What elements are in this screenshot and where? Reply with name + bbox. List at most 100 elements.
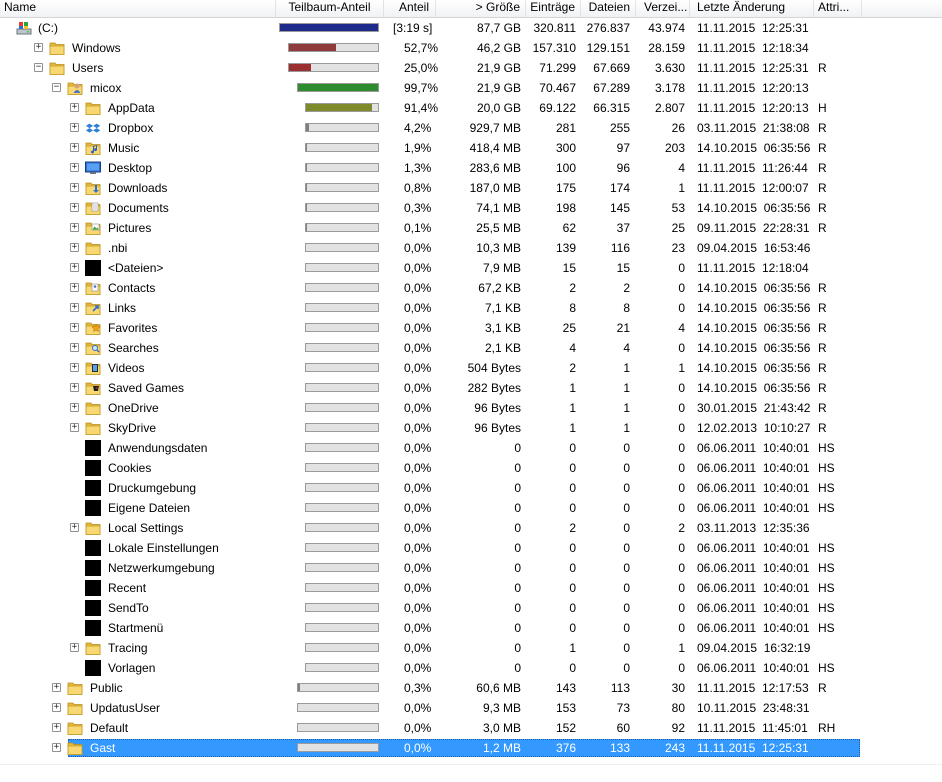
expand-toggle-icon[interactable]: + (70, 163, 79, 172)
row-name[interactable]: Startmenü (108, 618, 163, 638)
row-name[interactable]: Lokale Einstellungen (108, 538, 219, 558)
row-name[interactable]: .nbi (108, 238, 127, 258)
row-name[interactable]: Cookies (108, 458, 151, 478)
row-name[interactable]: Searches (108, 338, 159, 358)
row-name[interactable]: Desktop (108, 158, 152, 178)
tree-row[interactable]: + <Dateien> 0,0% 7,9 MB 15 15 0 11.11.2015 12:1… (0, 258, 942, 278)
expand-toggle-icon[interactable]: + (70, 203, 79, 212)
expand-toggle-icon[interactable]: + (70, 303, 79, 312)
tree-row[interactable]: + Pictures 0,1% 25,5 MB 62 37 25 09.11.2015 22:… (0, 218, 942, 238)
tree-row[interactable]: + Music 1,9% 418,4 MB 300 97 203 14.10.2015 06:… (0, 138, 942, 158)
column-size[interactable]: > Größe (436, 0, 526, 17)
row-name[interactable]: Saved Games (108, 378, 184, 398)
expand-toggle-icon[interactable]: + (70, 263, 79, 272)
tree-row[interactable]: SendTo 0,0% 0 0 0 0 06.06.2011 10:40:01 HS (0, 598, 942, 618)
row-name[interactable]: Recent (108, 578, 146, 598)
tree-row[interactable]: Recent 0,0% 0 0 0 0 06.06.2011 10:40:01 HS (0, 578, 942, 598)
tree-row[interactable]: + Searches 0,0% 2,1 KB 4 4 0 14.10.2015 06:35:5… (0, 338, 942, 358)
row-name[interactable]: Documents (108, 198, 169, 218)
tree-row[interactable]: Anwendungsdaten 0,0% 0 0 0 0 06.06.2011 10:40:… (0, 438, 942, 458)
tree-row[interactable]: Eigene Dateien 0,0% 0 0 0 0 06.06.2011 10:40:0… (0, 498, 942, 518)
row-name[interactable]: Gast (90, 738, 115, 758)
tree-row[interactable]: + Videos 0,0% 504 Bytes 2 1 1 14.10.2015 06:35:… (0, 358, 942, 378)
expand-toggle-icon[interactable]: + (70, 143, 79, 152)
expand-toggle-icon[interactable]: + (70, 223, 79, 232)
column-directories[interactable]: Verzei... (636, 0, 690, 17)
row-name[interactable]: Links (108, 298, 136, 318)
tree-row[interactable]: + Tracing 0,0% 0 1 0 1 09.04.2015 16:32:19 (0, 638, 942, 658)
row-name[interactable]: Favorites (108, 318, 157, 338)
tree-row[interactable]: + OneDrive 0,0% 96 Bytes 1 1 0 30.01.2015 21:43… (0, 398, 942, 418)
tree-row[interactable]: + Downloads 0,8% 187,0 MB 175 174 1 11.11.2015 … (0, 178, 942, 198)
tree-row[interactable]: Lokale Einstellungen 0,0% 0 0 0 0 06.06.2011 1… (0, 538, 942, 558)
tree-row[interactable]: + UpdatusUser 0,0% 9,3 MB 153 73 80 10.11.2015 … (0, 698, 942, 718)
expand-toggle-icon[interactable]: + (70, 243, 79, 252)
row-name[interactable]: Music (108, 138, 139, 158)
row-name[interactable]: UpdatusUser (90, 698, 160, 718)
row-name[interactable]: Pictures (108, 218, 151, 238)
tree-row[interactable]: (C:) [3:19 s] 87,7 GB 320.811 276.837 43.974 1… (0, 18, 942, 38)
expand-toggle-icon[interactable]: + (70, 103, 79, 112)
tree-row[interactable]: + Contacts 0,0% 67,2 KB 2 2 0 14.10.2015 06:35:… (0, 278, 942, 298)
expand-toggle-icon[interactable]: + (34, 43, 43, 52)
row-name[interactable]: Anwendungsdaten (108, 438, 207, 458)
horizontal-scrollbar[interactable] (0, 764, 942, 782)
column-name[interactable]: Name (0, 0, 276, 17)
row-name[interactable]: Dropbox (108, 118, 153, 138)
row-name[interactable]: Users (72, 58, 103, 78)
row-name[interactable]: Tracing (108, 638, 148, 658)
collapse-toggle-icon[interactable]: − (34, 63, 43, 72)
column-entries[interactable]: Einträge (526, 0, 581, 17)
expand-toggle-icon[interactable]: + (70, 363, 79, 372)
tree-row[interactable]: Vorlagen 0,0% 0 0 0 0 06.06.2011 10:40:01 HS (0, 658, 942, 678)
tree-row[interactable]: + Gast 0,0% 1,2 MB 376 133 243 11.11.2015 12:25… (0, 738, 942, 758)
row-name[interactable]: Public (90, 678, 123, 698)
tree-row[interactable]: + SkyDrive 0,0% 96 Bytes 1 1 0 12.02.2013 10:10… (0, 418, 942, 438)
expand-toggle-icon[interactable]: + (70, 383, 79, 392)
tree-row[interactable]: + Public 0,3% 60,6 MB 143 113 30 11.11.2015 12:… (0, 678, 942, 698)
row-name[interactable]: Druckumgebung (108, 478, 196, 498)
tree-row[interactable]: + Default 0,0% 3,0 MB 152 60 92 11.11.2015 11:4… (0, 718, 942, 738)
tree-row[interactable]: − Users 25,0% 21,9 GB 71.299 67.669 3.630 11.11… (0, 58, 942, 78)
expand-toggle-icon[interactable]: + (70, 643, 79, 652)
expand-toggle-icon[interactable]: + (52, 683, 61, 692)
tree-row[interactable]: + AppData 91,4% 20,0 GB 69.122 66.315 2.807 11.… (0, 98, 942, 118)
expand-toggle-icon[interactable]: + (70, 403, 79, 412)
tree-row[interactable]: + Local Settings 0,0% 0 2 0 2 03.11.2013 12:35:… (0, 518, 942, 538)
expand-toggle-icon[interactable]: + (70, 523, 79, 532)
tree-row[interactable]: + Documents 0,3% 74,1 MB 198 145 53 14.10.2015 … (0, 198, 942, 218)
row-name[interactable]: SendTo (108, 598, 149, 618)
column-subtree-share[interactable]: Teilbaum-Anteil (276, 0, 384, 17)
expand-toggle-icon[interactable]: + (70, 423, 79, 432)
row-name[interactable]: Contacts (108, 278, 155, 298)
tree-row[interactable]: + Favorites 0,0% 3,1 KB 25 21 4 14.10.2015 06:3… (0, 318, 942, 338)
collapse-toggle-icon[interactable]: − (52, 83, 61, 92)
expand-toggle-icon[interactable]: + (70, 343, 79, 352)
row-name[interactable]: <Dateien> (108, 258, 163, 278)
row-name[interactable]: (C:) (38, 18, 58, 38)
row-name[interactable]: SkyDrive (108, 418, 156, 438)
tree-row[interactable]: Druckumgebung 0,0% 0 0 0 0 06.06.2011 10:40:01… (0, 478, 942, 498)
tree-row[interactable]: Startmenü 0,0% 0 0 0 0 06.06.2011 10:40:01 HS (0, 618, 942, 638)
tree-row[interactable]: + Windows 52,7% 46,2 GB 157.310 129.151 28.159… (0, 38, 942, 58)
tree-row[interactable]: + Desktop 1,3% 283,6 MB 100 96 4 11.11.2015 11:… (0, 158, 942, 178)
tree-row[interactable]: + Links 0,0% 7,1 KB 8 8 0 14.10.2015 06:35:56 R (0, 298, 942, 318)
tree-row[interactable]: Netzwerkumgebung 0,0% 0 0 0 0 06.06.2011 10:40… (0, 558, 942, 578)
column-files[interactable]: Dateien (581, 0, 636, 17)
row-name[interactable]: Netzwerkumgebung (108, 558, 215, 578)
column-attributes[interactable]: Attri... (814, 0, 862, 17)
tree-row[interactable]: + Dropbox 4,2% 929,7 MB 281 255 26 03.11.2015 2… (0, 118, 942, 138)
row-name[interactable]: Downloads (108, 178, 167, 198)
row-name[interactable]: OneDrive (108, 398, 159, 418)
row-name[interactable]: AppData (108, 98, 155, 118)
tree-row[interactable]: Cookies 0,0% 0 0 0 0 06.06.2011 10:40:01 HS (0, 458, 942, 478)
column-share[interactable]: Anteil (384, 0, 436, 17)
expand-toggle-icon[interactable]: + (52, 703, 61, 712)
expand-toggle-icon[interactable]: + (70, 323, 79, 332)
tree-row[interactable]: + .nbi 0,0% 10,3 MB 139 116 23 09.04.2015 16:53… (0, 238, 942, 258)
row-name[interactable]: Windows (72, 38, 121, 58)
expand-toggle-icon[interactable]: + (70, 183, 79, 192)
row-name[interactable]: Local Settings (108, 518, 183, 538)
row-name[interactable]: Videos (108, 358, 144, 378)
row-name[interactable]: Vorlagen (108, 658, 155, 678)
